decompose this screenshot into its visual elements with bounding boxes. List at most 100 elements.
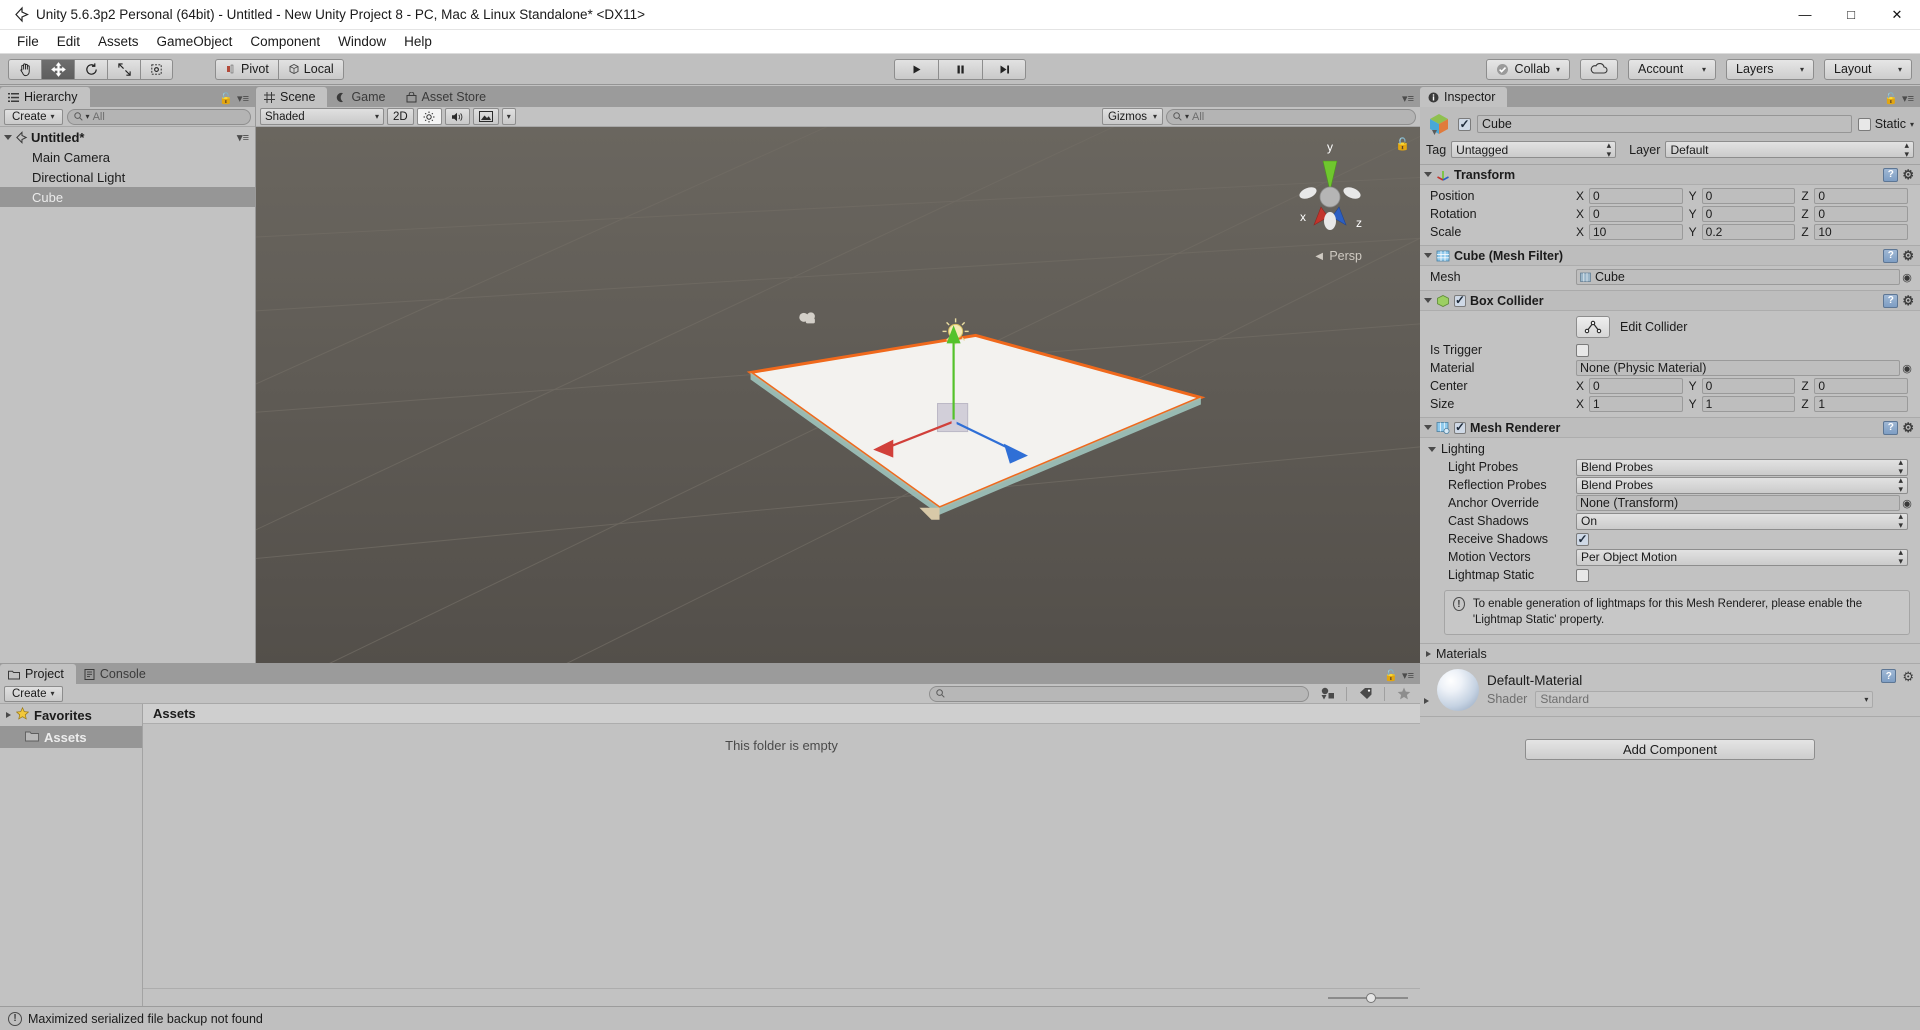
icon-size-slider-knob[interactable] — [1366, 992, 1376, 1003]
chevron-down-icon[interactable]: ▾ — [1910, 120, 1914, 129]
scene-search-input[interactable]: ▾ All — [1166, 108, 1416, 125]
chevron-right-icon[interactable] — [1426, 650, 1431, 657]
chevron-down-icon[interactable] — [1424, 425, 1432, 430]
transform-field-z[interactable]: 0 — [1814, 206, 1909, 222]
minimize-button[interactable]: — — [1782, 0, 1828, 30]
play-button[interactable] — [894, 58, 938, 80]
motion-vectors-dropdown[interactable]: Per Object Motion ▴ ▾ — [1576, 548, 1908, 566]
move-tool-button[interactable] — [41, 58, 74, 80]
scene-audio-button[interactable] — [444, 108, 470, 125]
chevron-right-icon[interactable] — [1424, 698, 1429, 705]
collider-center-y[interactable]: 0 — [1701, 378, 1796, 394]
close-button[interactable]: ✕ — [1874, 0, 1920, 30]
receive-shadows-checkbox[interactable] — [1576, 532, 1589, 546]
mesh-renderer-header[interactable]: Mesh Renderer ? ⚙ — [1420, 418, 1920, 438]
layer-dropdown[interactable]: Default ▴ ▾ — [1665, 140, 1914, 158]
project-tree-item[interactable]: Favorites — [0, 704, 142, 726]
gizmos-dropdown[interactable]: Gizmos ▾ — [1102, 108, 1163, 125]
mesh-object-field[interactable]: Cube — [1576, 269, 1900, 285]
menu-item-edit[interactable]: Edit — [48, 31, 89, 53]
is-trigger-checkbox[interactable] — [1576, 343, 1589, 357]
maximize-button[interactable]: □ — [1828, 0, 1874, 30]
help-icon[interactable]: ? — [1883, 420, 1899, 435]
rotation-mode-button[interactable]: Local — [277, 58, 344, 80]
tab-scene[interactable]: Scene — [256, 87, 328, 107]
transform-header[interactable]: Transform ? ⚙ — [1420, 165, 1920, 185]
toggle-2d-button[interactable]: 2D — [387, 108, 414, 125]
project-create-button[interactable]: Create ▾ — [4, 685, 63, 702]
scene-effects-button[interactable] — [472, 108, 499, 125]
step-button[interactable] — [982, 58, 1026, 80]
hierarchy-item[interactable]: Main Camera — [0, 147, 255, 167]
tag-dropdown[interactable]: Untagged ▴ ▾ — [1451, 140, 1617, 158]
filter-by-label-button[interactable] — [1353, 685, 1378, 702]
chevron-down-icon[interactable] — [4, 134, 12, 140]
reflection-probes-dropdown[interactable]: Blend Probes ▴ ▾ — [1576, 476, 1908, 494]
help-icon[interactable]: ? — [1883, 293, 1899, 308]
project-search-input[interactable] — [929, 685, 1309, 702]
lightmap-static-checkbox[interactable] — [1576, 568, 1589, 582]
materials-foldout[interactable]: Materials — [1420, 644, 1920, 665]
transform-field-y[interactable]: 0.2 — [1701, 224, 1796, 240]
static-checkbox[interactable] — [1857, 117, 1871, 131]
gear-icon[interactable]: ⚙ — [1902, 420, 1914, 436]
tab-hierarchy[interactable]: Hierarchy — [0, 87, 90, 107]
filter-by-type-button[interactable] — [1315, 685, 1340, 702]
pause-button[interactable] — [938, 58, 982, 80]
hierarchy-item[interactable]: Directional Light — [0, 167, 255, 187]
static-toggle-group[interactable]: Static ▾ — [1857, 117, 1914, 131]
hand-tool-button[interactable] — [8, 58, 41, 80]
project-tree-item[interactable]: Assets — [0, 726, 142, 748]
scene-orientation-gizmo[interactable]: y x z — [1274, 135, 1386, 257]
scene-effects-dropdown[interactable]: ▾ — [501, 108, 516, 125]
tab-game[interactable]: Game — [327, 87, 397, 107]
transform-field-z[interactable]: 10 — [1814, 224, 1909, 240]
layers-button[interactable]: Layers ▾ — [1726, 58, 1814, 80]
tab-asset-store[interactable]: Asset Store — [398, 87, 499, 107]
menu-item-file[interactable]: File — [8, 31, 48, 53]
lock-icon[interactable]: 🔓 — [1884, 92, 1898, 105]
box-collider-enabled-checkbox[interactable] — [1454, 294, 1466, 307]
object-name-field[interactable]: Cube — [1477, 115, 1852, 133]
mesh-picker-button[interactable]: ◉ — [1900, 271, 1914, 284]
collab-button[interactable]: Collab ▾ — [1485, 58, 1570, 80]
gear-icon[interactable]: ⚙ — [1902, 248, 1914, 264]
collider-center-x[interactable]: 0 — [1589, 378, 1683, 394]
panel-menu-icon[interactable]: ▾≡ — [1402, 92, 1414, 105]
transform-field-x[interactable]: 0 — [1589, 206, 1683, 222]
menu-item-help[interactable]: Help — [395, 31, 441, 53]
chevron-right-icon[interactable] — [6, 712, 11, 718]
add-component-button[interactable]: Add Component — [1525, 739, 1815, 761]
lock-icon[interactable]: 🔓 — [1384, 669, 1398, 682]
physic-material-picker-button[interactable]: ◉ — [1900, 362, 1914, 375]
anchor-override-picker-button[interactable]: ◉ — [1900, 497, 1914, 510]
anchor-override-field[interactable]: None (Transform) — [1576, 495, 1900, 511]
edit-collider-button[interactable] — [1576, 316, 1610, 338]
scene-projection-label[interactable]: ◄ Persp — [1313, 249, 1362, 263]
pivot-mode-button[interactable]: Pivot — [215, 58, 278, 80]
panel-menu-icon[interactable]: ▾≡ — [1402, 669, 1414, 682]
shader-dropdown[interactable]: Standard ▾ — [1535, 690, 1874, 708]
menu-item-window[interactable]: Window — [329, 31, 395, 53]
gear-icon[interactable]: ⚙ — [1902, 293, 1914, 309]
hierarchy-create-button[interactable]: Create ▾ — [4, 108, 63, 125]
shading-mode-dropdown[interactable]: Shaded ▾ — [260, 108, 384, 125]
scale-tool-button[interactable] — [107, 58, 140, 80]
hierarchy-search-input[interactable]: ▾ All — [66, 108, 251, 125]
box-collider-header[interactable]: Box Collider ? ⚙ — [1420, 291, 1920, 311]
rotate-tool-button[interactable] — [74, 58, 107, 80]
account-button[interactable]: Account ▾ — [1628, 58, 1716, 80]
scene-lock-icon[interactable]: 🔓 — [1395, 137, 1410, 151]
layout-button[interactable]: Layout ▾ — [1824, 58, 1912, 80]
mesh-renderer-enabled-checkbox[interactable] — [1454, 421, 1466, 434]
collider-size-y[interactable]: 1 — [1701, 396, 1796, 412]
rect-tool-button[interactable] — [140, 58, 173, 80]
cast-shadows-dropdown[interactable]: On ▴ ▾ — [1576, 512, 1908, 530]
help-icon[interactable]: ? — [1881, 669, 1897, 684]
panel-menu-icon[interactable]: ▾≡ — [1902, 92, 1914, 105]
lock-icon[interactable]: 🔓 — [219, 92, 233, 105]
scene-lighting-button[interactable] — [416, 108, 442, 125]
menu-item-gameobject[interactable]: GameObject — [148, 31, 242, 53]
help-icon[interactable]: ? — [1883, 248, 1899, 263]
tab-inspector[interactable]: Inspector — [1420, 87, 1508, 107]
